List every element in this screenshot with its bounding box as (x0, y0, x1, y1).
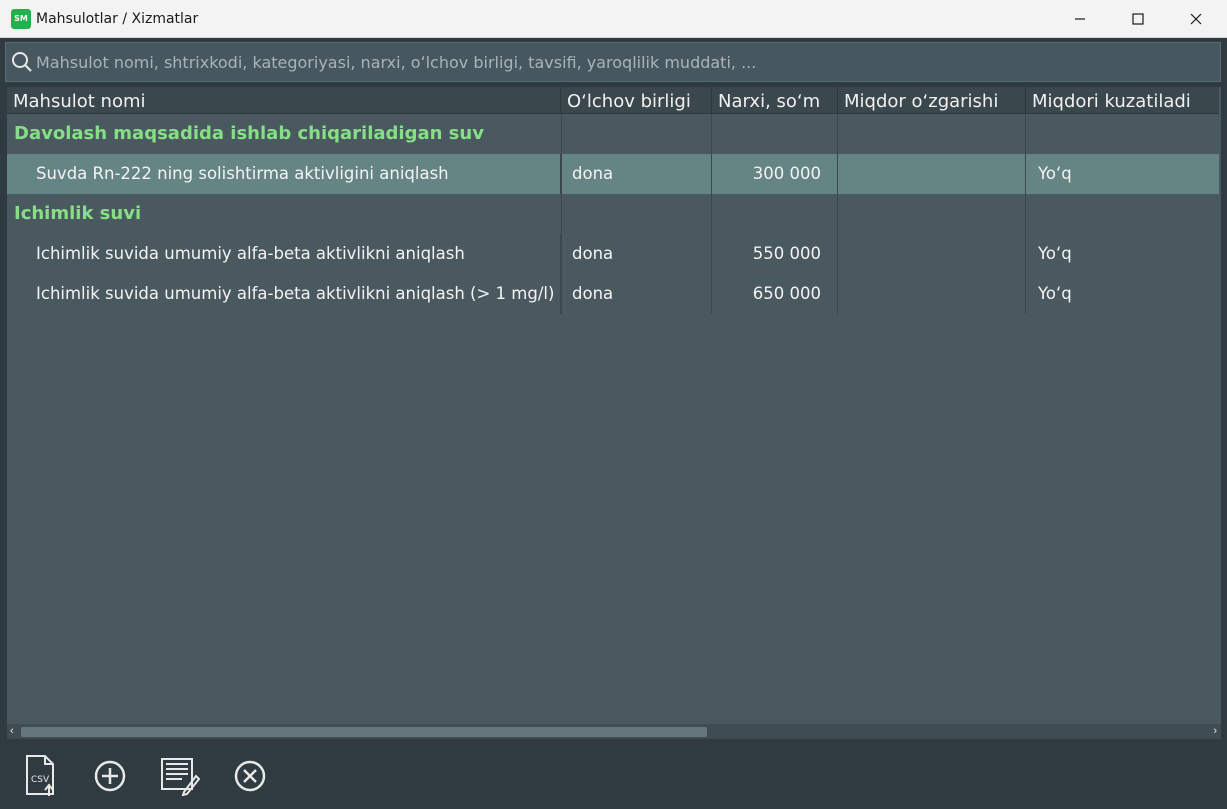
change-cell (838, 234, 1026, 274)
table-row[interactable]: Ichimlik suvida umumiy alfa-beta aktivli… (7, 234, 1219, 274)
scroll-left-icon[interactable]: ‹ (10, 725, 14, 738)
price-cell: 650 000 (712, 274, 838, 314)
close-icon (1190, 13, 1202, 25)
bottom-toolbar: CSV (0, 742, 1227, 809)
unit-cell: dona (561, 234, 712, 274)
unit-cell: dona (561, 154, 712, 194)
app-icon: SM (11, 9, 31, 29)
products-grid: Mahsulot nomi Oʻlchov birligi Narxi, soʻ… (7, 87, 1221, 739)
tracked-cell: Yoʻq (1038, 164, 1072, 183)
scroll-right-icon[interactable]: › (1213, 725, 1217, 738)
group-title: Davolash maqsadida ishlab chiqariladigan… (14, 123, 484, 144)
delete-button[interactable] (226, 752, 274, 800)
csv-label: CSV (31, 775, 50, 785)
group-title: Ichimlik suvi (14, 203, 142, 224)
edit-list-icon (161, 758, 200, 796)
tracked-cell: Yoʻq (1038, 284, 1072, 303)
grid-header: Mahsulot nomi Oʻlchov birligi Narxi, soʻ… (7, 87, 1219, 114)
maximize-button[interactable] (1109, 0, 1167, 38)
product-name-cell: Ichimlik suvida umumiy alfa-beta aktivli… (7, 274, 561, 314)
edit-button[interactable] (155, 752, 203, 800)
column-header-name[interactable]: Mahsulot nomi (7, 87, 561, 114)
tracked-cell: Yoʻq (1038, 244, 1072, 263)
maximize-icon (1132, 13, 1144, 25)
title-bar: SM Mahsulotlar / Xizmatlar (0, 0, 1227, 38)
group-row[interactable]: Davolash maqsadida ishlab chiqariladigan… (7, 114, 1219, 154)
change-cell (838, 274, 1026, 314)
scrollbar-thumb[interactable] (21, 727, 707, 737)
group-cell (838, 194, 1026, 234)
table-row[interactable]: Suvda Rn-222 ning solishtirma aktivligin… (7, 154, 1219, 194)
search-box (5, 42, 1221, 82)
delete-circle-icon (234, 760, 266, 792)
product-name-cell: Suvda Rn-222 ning solishtirma aktivligin… (7, 154, 561, 194)
window-title: Mahsulotlar / Xizmatlar (36, 11, 199, 27)
column-header-price[interactable]: Narxi, soʻm (712, 87, 838, 114)
column-header-change[interactable]: Miqdor oʻzgarishi (838, 87, 1026, 114)
horizontal-scrollbar[interactable]: ‹ › (7, 724, 1221, 739)
minimize-icon (1075, 18, 1085, 20)
group-row[interactable]: Ichimlik suvi (7, 194, 1219, 234)
group-cell (838, 114, 1026, 154)
minimize-button[interactable] (1051, 0, 1109, 38)
group-cell (712, 114, 838, 154)
column-header-unit[interactable]: Oʻlchov birligi (561, 87, 712, 114)
add-circle-icon (94, 760, 126, 792)
price-cell: 300 000 (712, 154, 838, 194)
group-cell (712, 194, 838, 234)
change-cell (838, 154, 1026, 194)
unit-cell: dona (561, 274, 712, 314)
csv-export-icon: CSV (26, 755, 54, 796)
search-input[interactable] (36, 46, 1216, 78)
search-icon (12, 52, 32, 72)
column-header-tracked[interactable]: Miqdori kuzatiladi (1026, 87, 1219, 114)
group-cell (561, 194, 712, 234)
add-button[interactable] (86, 752, 134, 800)
group-cell (561, 114, 712, 154)
table-row[interactable]: Ichimlik suvida umumiy alfa-beta aktivli… (7, 274, 1219, 314)
price-cell: 550 000 (712, 234, 838, 274)
product-name-cell: Ichimlik suvida umumiy alfa-beta aktivli… (7, 234, 561, 274)
close-button[interactable] (1167, 0, 1225, 38)
export-csv-button[interactable]: CSV (17, 752, 65, 800)
